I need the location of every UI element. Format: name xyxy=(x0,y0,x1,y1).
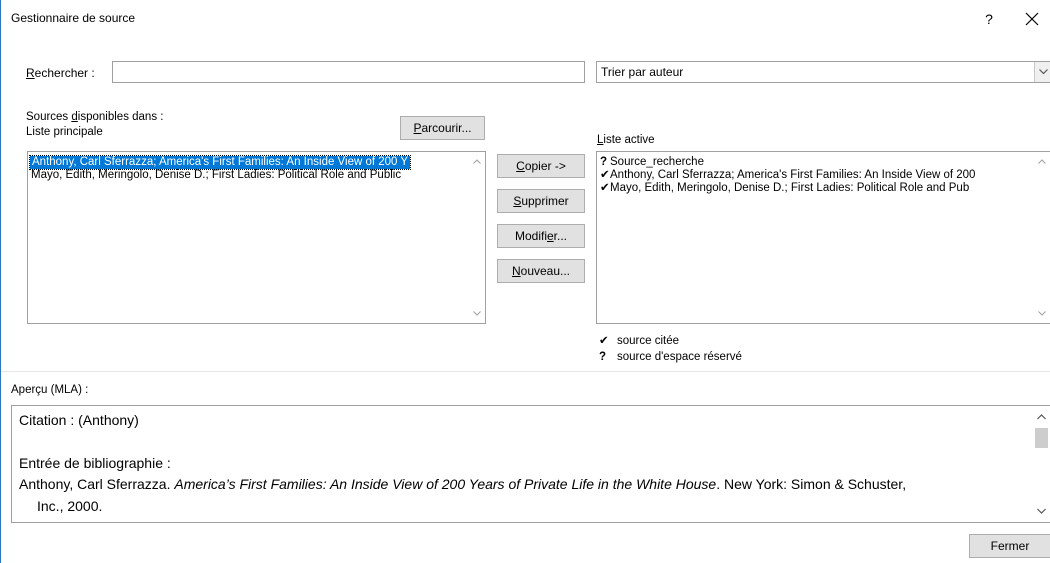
search-input[interactable] xyxy=(112,61,585,83)
list-item[interactable]: ✔Mayo, Edith, Meringolo, Denise D.; Firs… xyxy=(600,182,969,195)
scrollbar-thumb[interactable] xyxy=(1035,428,1048,448)
master-list-label: Liste principale xyxy=(26,126,103,138)
list-item[interactable]: Anthony, Carl Sferrazza; America's First… xyxy=(28,155,412,170)
scroll-down-icon[interactable] xyxy=(1038,311,1046,316)
preview-scrollbar[interactable] xyxy=(1033,406,1050,522)
chevron-down-icon xyxy=(1039,69,1048,75)
close-icon xyxy=(1025,12,1039,26)
scroll-up-icon[interactable] xyxy=(1037,414,1046,420)
cited-source-icon: ✔ xyxy=(600,182,610,194)
placeholder-source-icon: ? xyxy=(600,156,608,168)
cited-source-icon: ✔ xyxy=(600,169,610,181)
list-item[interactable]: ? Source_recherche xyxy=(600,156,704,169)
preview-bibliography-entry-line2: Inc., 2000. xyxy=(37,498,103,514)
preview-bibliography-label: Entrée de bibliographie : xyxy=(19,455,171,471)
scroll-down-icon[interactable] xyxy=(473,311,481,316)
list-item[interactable]: ✔Anthony, Carl Sferrazza; America's Firs… xyxy=(600,169,975,182)
sort-dropdown-button[interactable] xyxy=(1034,62,1050,82)
preview-citation: Citation : (Anthony) xyxy=(19,412,139,428)
preview-box[interactable]: Citation : (Anthony) Entrée de bibliogra… xyxy=(11,405,1050,523)
edit-button[interactable]: Modifier... xyxy=(497,224,585,248)
sort-selected-value: Trier par auteur xyxy=(601,65,684,79)
scroll-up-icon[interactable] xyxy=(1038,159,1046,164)
sort-select[interactable]: Trier par auteur xyxy=(596,61,1050,83)
close-dialog-button[interactable]: Fermer xyxy=(969,534,1050,558)
placeholder-source-icon: ? xyxy=(599,351,607,363)
cited-legend: ✔ source citée xyxy=(599,335,680,347)
preview-bibliography-entry: Anthony, Carl Sferrazza. America’s First… xyxy=(19,476,907,492)
cited-source-icon: ✔ xyxy=(599,335,609,347)
title-bar: Gestionnaire de source ? xyxy=(1,0,1050,38)
close-button[interactable] xyxy=(1015,4,1049,34)
active-list-scrollbar[interactable] xyxy=(1034,152,1050,323)
delete-button[interactable]: Supprimer xyxy=(497,189,585,213)
placeholder-legend: ? source d'espace réservé xyxy=(599,351,742,363)
list-item[interactable]: Mayo, Edith, Meringolo, Denise D.; First… xyxy=(31,169,401,182)
master-source-list[interactable]: Anthony, Carl Sferrazza; America's First… xyxy=(27,151,486,324)
active-source-list[interactable]: ? Source_recherche ✔Anthony, Carl Sferraz… xyxy=(596,151,1050,324)
scroll-up-icon[interactable] xyxy=(473,159,481,164)
new-button[interactable]: Nouveau... xyxy=(497,259,585,283)
active-list-label: Liste active xyxy=(597,134,655,146)
help-button[interactable]: ? xyxy=(976,6,1002,32)
sources-available-label: Sources disponibles dans : xyxy=(26,111,164,123)
dialog-title: Gestionnaire de source xyxy=(11,11,136,25)
preview-label: Aperçu (MLA) : xyxy=(11,384,89,396)
search-label: Rechercher : xyxy=(26,66,95,80)
scroll-down-icon[interactable] xyxy=(1037,508,1046,514)
divider xyxy=(1,371,1050,372)
browse-button[interactable]: Parcourir... xyxy=(400,116,485,140)
master-list-scrollbar[interactable] xyxy=(469,152,485,323)
copy-button[interactable]: Copier -> xyxy=(497,154,585,178)
source-manager-dialog: Gestionnaire de source ? Rechercher : Tr… xyxy=(0,0,1050,563)
